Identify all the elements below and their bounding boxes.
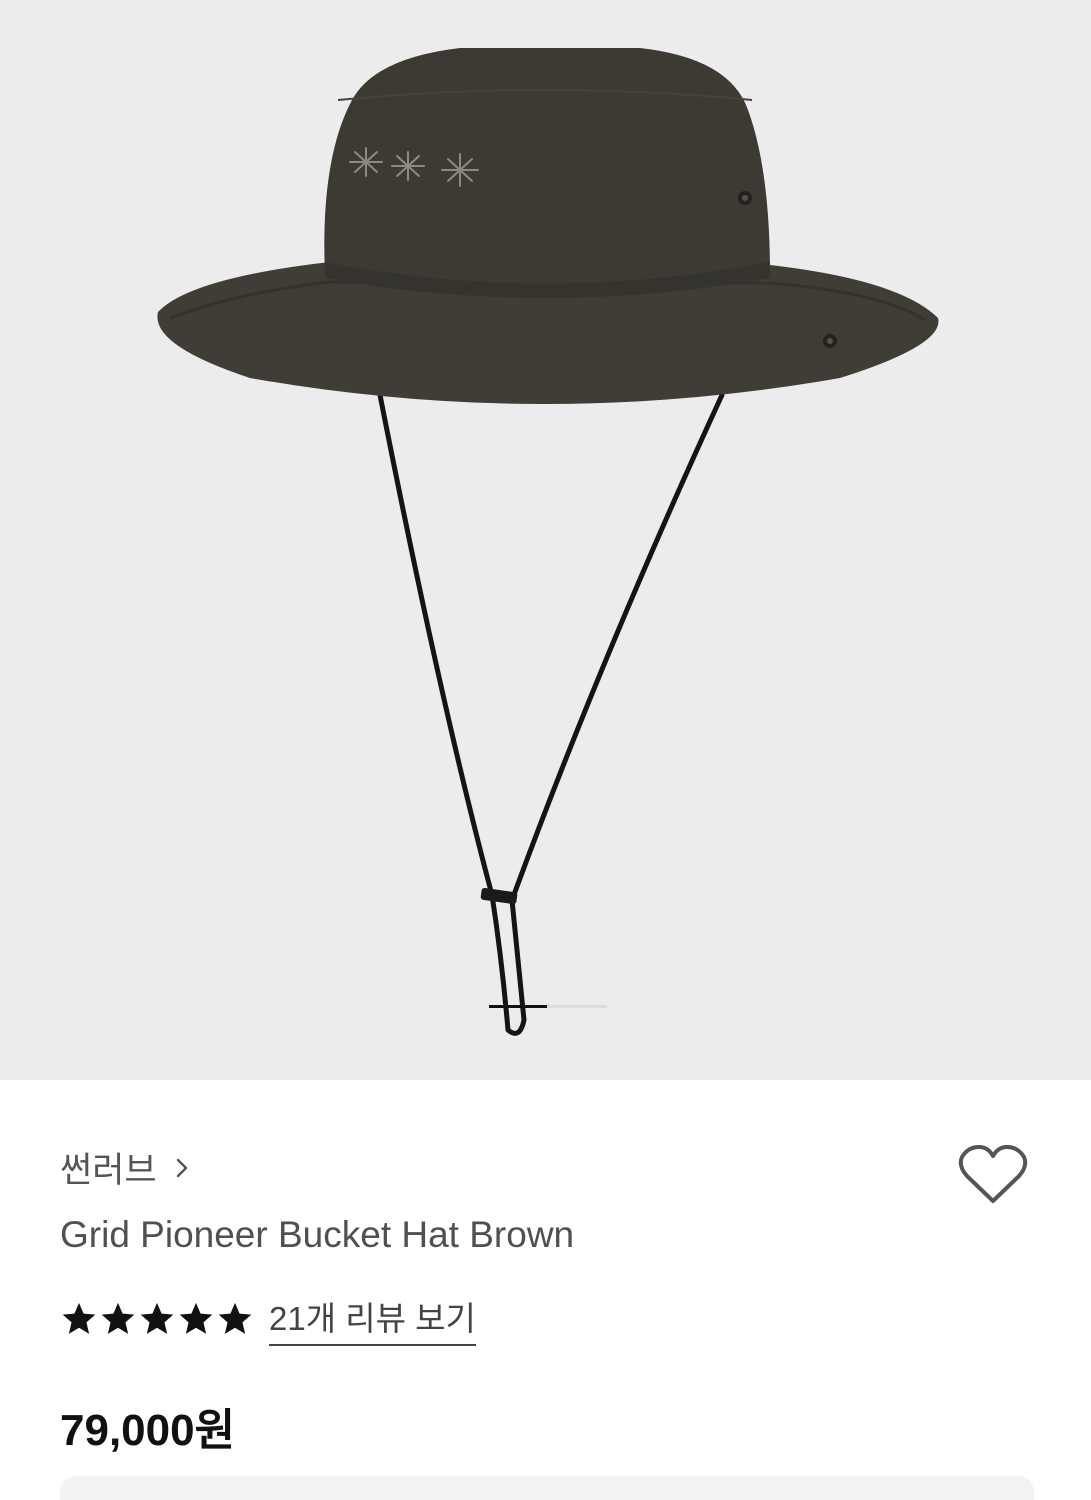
star-icon [179,1302,213,1334]
product-image [157,48,939,1036]
star-icon [101,1302,135,1334]
product-title: Grid Pioneer Bucket Hat Brown [60,1214,575,1255]
star-icon [140,1302,174,1334]
star-icon [218,1302,252,1334]
brand-name: 썬러브 [60,1151,157,1190]
product-image-gallery[interactable] [0,0,1091,1080]
product-detail-page: 썬러브 Grid Pioneer Bucket Hat Brown 21개 리뷰… [0,0,1091,1500]
star-icon [62,1302,96,1334]
product-info-panel: 썬러브 Grid Pioneer Bucket Hat Brown 21개 리뷰… [0,1080,1091,1500]
pager-active-indicator [489,1005,547,1008]
pager-track [547,1005,607,1008]
gallery-pager [489,1005,609,1009]
product-price: 79,000원 [60,1406,236,1455]
rating-row: 21개 리뷰 보기 [60,1292,476,1346]
star-rating [60,1300,255,1338]
option-select-box[interactable] [60,1476,1034,1500]
heart-outline-icon[interactable] [958,1144,1028,1206]
brand-link[interactable]: 썬러브 [60,1142,189,1193]
view-reviews-link[interactable]: 21개 리뷰 보기 [269,1292,476,1346]
chevron-right-icon [176,1158,187,1177]
